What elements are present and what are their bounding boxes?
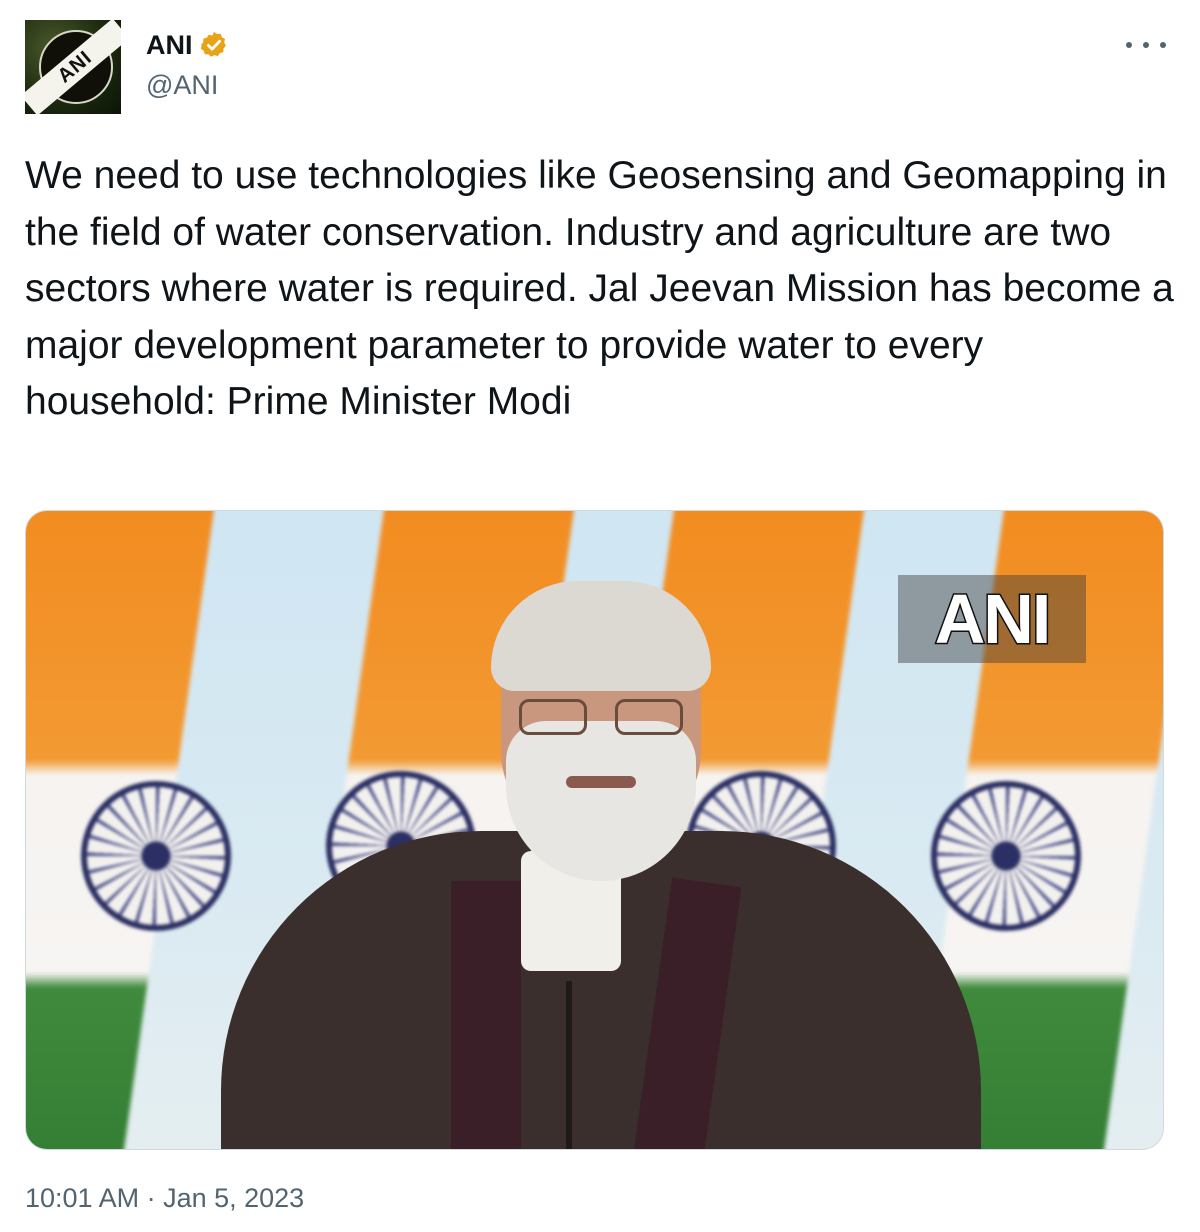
ashoka-chakra [81, 781, 231, 931]
watermark-text: ANI [933, 579, 1053, 660]
avatar[interactable]: ANI [25, 20, 121, 114]
tweet-timestamp[interactable]: 10:01 AM · Jan 5, 2023 [25, 1183, 304, 1214]
hair [491, 581, 711, 691]
speaker-figure [221, 581, 981, 1149]
display-name[interactable]: ANI [146, 30, 193, 61]
author-handle[interactable]: @ANI [146, 70, 218, 101]
mouth [566, 776, 636, 788]
zipper [566, 981, 572, 1149]
more-options-icon[interactable] [1126, 30, 1166, 60]
media-watermark: ANI [898, 575, 1086, 663]
tweet: ANI ANI @ANI We need to use technologies… [0, 0, 1200, 1232]
tweet-media-image[interactable]: ANI [25, 510, 1164, 1150]
scarf [451, 881, 521, 1149]
more-dot [1143, 42, 1149, 48]
more-dot [1126, 42, 1132, 48]
glasses [519, 699, 683, 739]
glasses-lens [615, 699, 683, 735]
glasses-lens [519, 699, 587, 735]
author-name-row[interactable]: ANI [146, 28, 229, 62]
more-dot [1160, 42, 1166, 48]
verified-badge-icon [200, 31, 226, 57]
tweet-text: We need to use technologies like Geosens… [25, 154, 1174, 423]
